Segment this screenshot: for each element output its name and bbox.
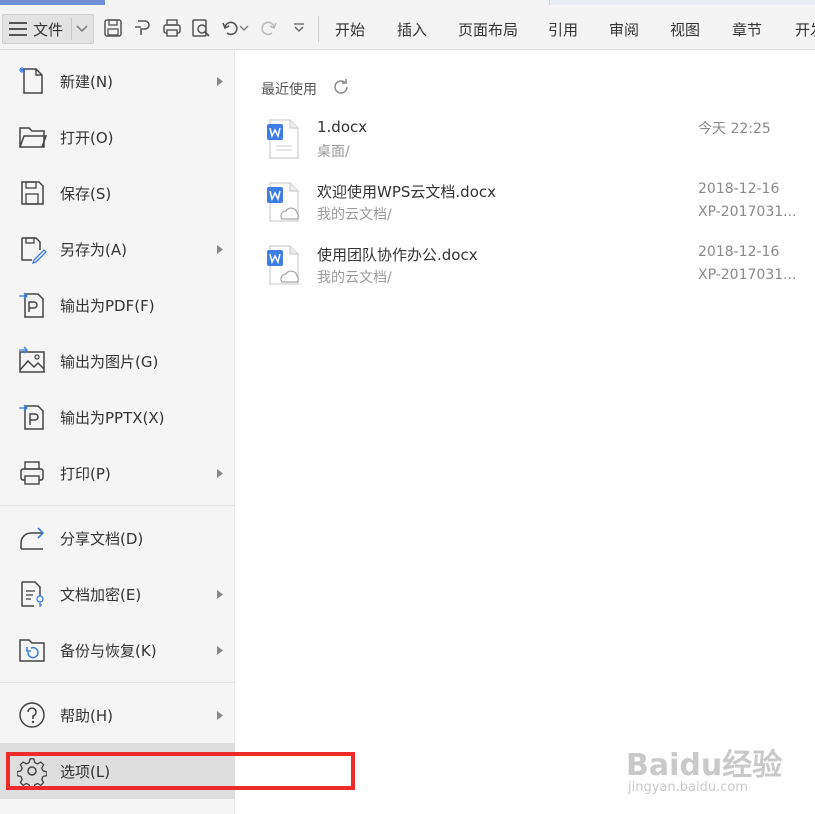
recent-doc-row[interactable]: 欢迎使用WPS云文档.docx 我的云文档/ 2018-12-16 XP-201… <box>260 181 815 241</box>
file-menu-panel: 新建(N) 打开(O) 保存(S) 另存为(A) 输出为PDF(F) 输出为图片… <box>0 50 235 814</box>
print-preview-icon[interactable] <box>190 17 212 39</box>
backup-icon <box>16 634 48 666</box>
submenu-arrow-icon <box>216 244 224 254</box>
menu-item-label: 另存为(A) <box>60 240 127 259</box>
doc-path: 我的云文档/ <box>317 207 392 223</box>
menu-item-label: 输出为PDF(F) <box>60 296 155 315</box>
redo-icon[interactable] <box>257 17 279 39</box>
save-icon[interactable] <box>102 17 124 39</box>
menu-item-open[interactable]: 打开(O) <box>0 109 235 165</box>
recent-doc-row[interactable]: 1.docx 桌面/ 今天 22:25 <box>260 118 815 178</box>
menu-item-label: 分享文档(D) <box>60 529 144 548</box>
export-pdf-icon <box>16 289 48 321</box>
menu-item-label: 新建(N) <box>60 72 113 91</box>
tab-insert[interactable]: 插入 <box>397 19 427 40</box>
menu-item-new[interactable]: 新建(N) <box>0 53 235 109</box>
menu-item-label: 打开(O) <box>60 128 114 147</box>
share-icon <box>16 522 48 554</box>
export-image-icon <box>16 345 48 377</box>
tab-page-layout[interactable]: 页面布局 <box>458 19 518 40</box>
menu-item-label: 帮助(H) <box>60 706 113 725</box>
menu-item-label: 文档加密(E) <box>60 585 142 604</box>
submenu-arrow-icon <box>216 76 224 86</box>
menu-item-label: 备份与恢复(K) <box>60 641 157 660</box>
tab-strip <box>549 0 815 5</box>
watermark-logo: Baidu经验 <box>626 748 783 783</box>
help-icon <box>16 699 48 731</box>
doc-path: 桌面/ <box>317 144 350 160</box>
menu-item-encrypt[interactable]: 文档加密(E) <box>0 566 235 622</box>
menu-item-label: 打印(P) <box>60 464 111 483</box>
cloud-doc-icon <box>266 181 302 225</box>
tab-chapter[interactable]: 章节 <box>732 19 762 40</box>
save-as-icon <box>16 233 48 265</box>
tab-developer[interactable]: 开发 <box>795 19 815 40</box>
menu-item-export-pptx[interactable]: 输出为PPTX(X) <box>0 389 235 445</box>
doc-name: 1.docx <box>317 118 368 136</box>
tab-view[interactable]: 视图 <box>670 19 700 40</box>
menu-item-label: 输出为PPTX(X) <box>60 408 165 427</box>
export-pdf-icon[interactable] <box>132 17 154 39</box>
tab-review[interactable]: 审阅 <box>609 19 639 40</box>
submenu-arrow-icon <box>216 468 224 478</box>
doc-name: 使用团队协作办公.docx <box>317 246 478 264</box>
doc-path: 我的云文档/ <box>317 270 392 286</box>
recent-doc-row[interactable]: 使用团队协作办公.docx 我的云文档/ 2018-12-16 XP-20170… <box>260 244 815 304</box>
doc-name: 欢迎使用WPS云文档.docx <box>317 183 496 201</box>
toolbar: 文件 开始 插入 页面布局 引用 审阅 视图 章节 开发 <box>0 0 815 50</box>
doc-date: 2018-12-16 <box>698 181 780 197</box>
menu-item-print[interactable]: 打印(P) <box>0 445 235 501</box>
tab-references[interactable]: 引用 <box>548 19 578 40</box>
print-icon <box>16 457 48 489</box>
print-icon[interactable] <box>161 17 183 39</box>
export-pptx-icon <box>16 401 48 433</box>
menu-item-help[interactable]: 帮助(H) <box>0 687 235 743</box>
menu-item-backup[interactable]: 备份与恢复(K) <box>0 622 235 678</box>
active-tab-accent <box>0 0 105 5</box>
doc-date: 2018-12-16 <box>698 244 780 260</box>
encrypt-icon <box>16 578 48 610</box>
save-icon <box>16 177 48 209</box>
watermark-url: jingyan.baidu.com <box>628 780 748 795</box>
toolbar-separator <box>318 16 319 42</box>
highlight-annotation <box>6 752 355 790</box>
menu-item-save-as[interactable]: 另存为(A) <box>0 221 235 277</box>
cloud-doc-icon <box>266 244 302 288</box>
file-menu-label: 文件 <box>33 20 64 39</box>
hamburger-icon <box>7 19 29 39</box>
submenu-arrow-icon <box>216 645 224 655</box>
menu-item-export-image[interactable]: 输出为图片(G) <box>0 333 235 389</box>
submenu-arrow-icon <box>216 710 224 720</box>
folder-open-icon <box>16 121 48 153</box>
menu-item-label: 输出为图片(G) <box>60 352 159 371</box>
customize-dropdown-icon[interactable] <box>288 17 310 39</box>
tab-home[interactable]: 开始 <box>335 19 365 40</box>
doc-date: 今天 22:25 <box>698 121 771 137</box>
menu-separator <box>0 682 235 683</box>
divider <box>71 18 73 40</box>
doc-device: XP-2017031... <box>698 267 797 283</box>
undo-dropdown-icon[interactable] <box>238 17 250 39</box>
chevron-down-icon <box>74 21 90 37</box>
recent-title: 最近使用 <box>261 82 317 98</box>
file-menu-button[interactable]: 文件 <box>2 14 94 44</box>
word-doc-icon <box>266 118 302 162</box>
menu-separator <box>0 505 235 506</box>
new-doc-icon <box>16 65 48 97</box>
doc-device: XP-2017031... <box>698 204 797 220</box>
menu-item-label: 保存(S) <box>60 184 112 203</box>
refresh-icon[interactable] <box>331 77 351 97</box>
submenu-arrow-icon <box>216 589 224 599</box>
menu-item-save[interactable]: 保存(S) <box>0 165 235 221</box>
menu-item-export-pdf[interactable]: 输出为PDF(F) <box>0 277 235 333</box>
menu-item-share[interactable]: 分享文档(D) <box>0 510 235 566</box>
